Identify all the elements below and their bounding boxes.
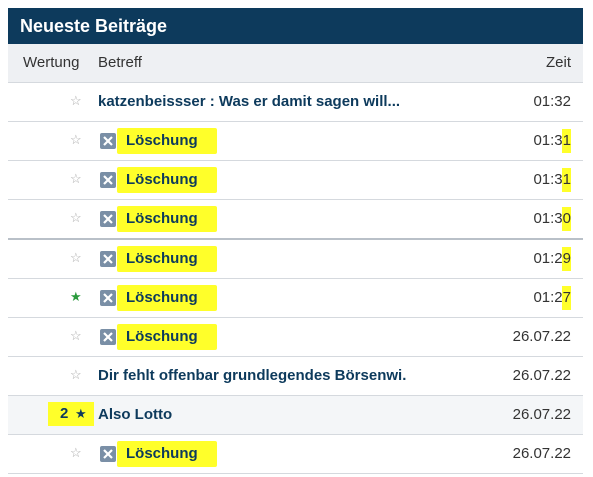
star-icon[interactable]: ☆ (70, 445, 82, 461)
star-icon[interactable]: ☆ (70, 93, 82, 109)
deleted-post-icon (100, 172, 116, 188)
post-row[interactable]: ☆ Löschung 01:30 (8, 200, 583, 240)
latest-posts-widget: Neueste Beiträge Wertung Betreff Zeit ☆ … (8, 8, 583, 474)
post-subject-link[interactable]: Löschung (126, 445, 198, 462)
post-row[interactable]: 2 ★ Also Lotto 26.07.22 (8, 396, 583, 435)
post-subject-link[interactable]: Also Lotto (98, 406, 172, 423)
deleted-post-icon (100, 446, 116, 462)
post-time: 01:32 (533, 93, 571, 110)
post-time: 01:29 (533, 250, 571, 267)
post-row[interactable]: ☆ Löschung 26.07.22 (8, 318, 583, 357)
deleted-post-icon (100, 290, 116, 306)
widget-title: Neueste Beiträge (8, 8, 583, 44)
column-betreff[interactable]: Betreff (98, 54, 142, 71)
star-icon[interactable]: ☆ (70, 250, 82, 266)
post-row[interactable]: ★ Löschung 01:27 (8, 279, 583, 318)
post-row[interactable]: ☆ Löschung 26.07.22 (8, 435, 583, 474)
post-time: 01:31 (533, 171, 571, 188)
deleted-post-icon (100, 211, 116, 227)
post-time: 01:27 (533, 289, 571, 306)
post-time: 01:31 (533, 132, 571, 149)
rating-count: 2 (60, 405, 69, 422)
column-zeit[interactable]: Zeit (546, 54, 571, 71)
post-row[interactable]: ☆ Löschung 01:31 (8, 161, 583, 200)
post-subject-link[interactable]: Löschung (126, 210, 198, 227)
post-time: 26.07.22 (512, 406, 571, 423)
post-subject-link[interactable]: Löschung (126, 328, 198, 345)
star-icon[interactable]: ★ (70, 289, 82, 305)
column-headers: Wertung Betreff Zeit (8, 44, 583, 83)
post-time: 26.07.22 (512, 445, 571, 462)
post-time: 01:30 (533, 210, 571, 227)
post-time: 26.07.22 (512, 367, 571, 384)
post-row[interactable]: ☆ Löschung 01:29 (8, 240, 583, 279)
post-row[interactable]: ☆ katzenbeissser : Was er damit sagen wi… (8, 83, 583, 122)
post-subject-link[interactable]: katzenbeissser : Was er damit sagen will… (98, 93, 400, 110)
post-row[interactable]: ☆ Dir fehlt offenbar grundlegendes Börse… (8, 357, 583, 396)
column-wertung[interactable]: Wertung (23, 54, 79, 71)
post-subject-link[interactable]: Löschung (126, 250, 198, 267)
star-icon[interactable]: ☆ (70, 132, 82, 148)
post-subject-link[interactable]: Dir fehlt offenbar grundlegendes Börsenw… (98, 367, 406, 384)
deleted-post-icon (100, 133, 116, 149)
deleted-post-icon (100, 329, 116, 345)
star-icon[interactable]: ☆ (70, 367, 82, 383)
highlight-marker (48, 402, 94, 426)
post-subject-link[interactable]: Löschung (126, 171, 198, 188)
post-subject-link[interactable]: Löschung (126, 289, 198, 306)
star-icon[interactable]: ★ (75, 406, 87, 422)
star-icon[interactable]: ☆ (70, 328, 82, 344)
post-subject-link[interactable]: Löschung (126, 132, 198, 149)
star-icon[interactable]: ☆ (70, 171, 82, 187)
star-icon[interactable]: ☆ (70, 210, 82, 226)
deleted-post-icon (100, 251, 116, 267)
post-row[interactable]: ☆ Löschung 01:31 (8, 122, 583, 161)
post-time: 26.07.22 (512, 328, 571, 345)
